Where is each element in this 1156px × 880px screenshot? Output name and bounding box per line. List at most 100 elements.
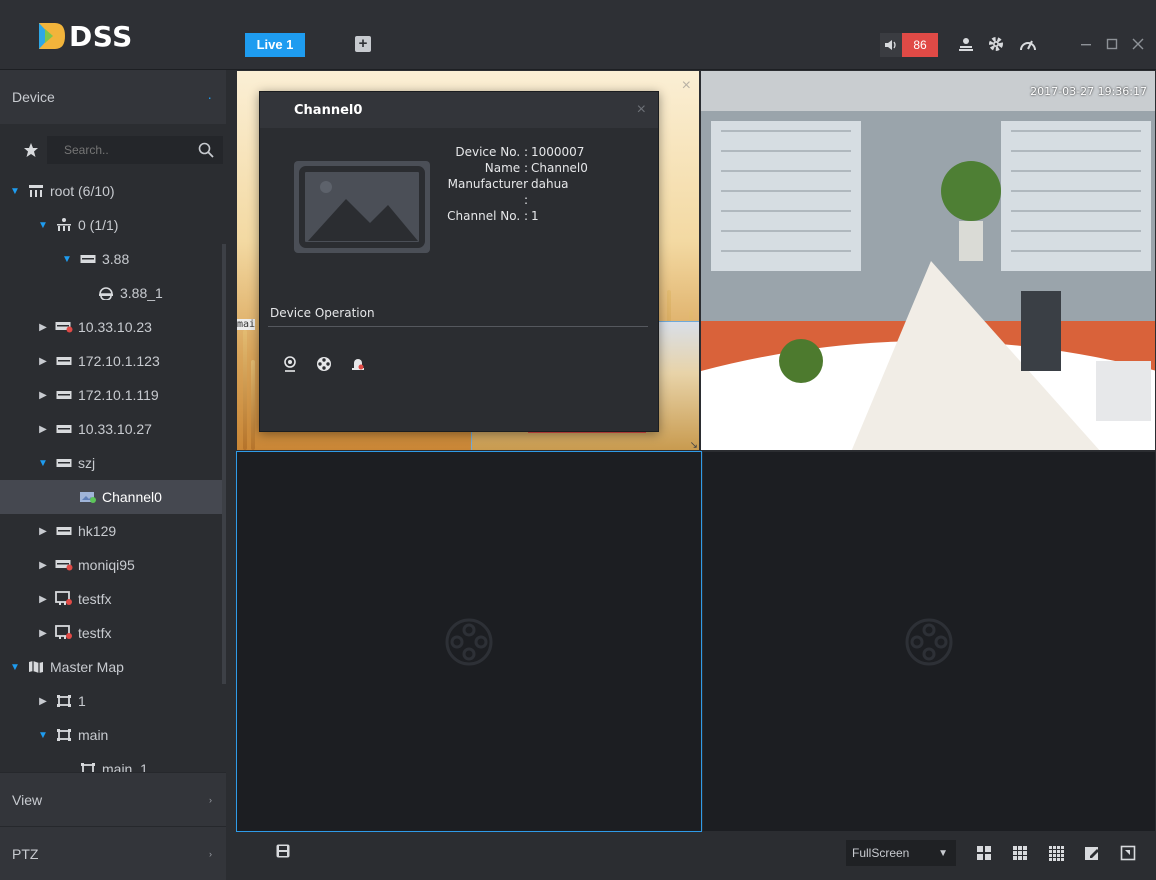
collapse-arrow-icon[interactable]: ▶ xyxy=(38,696,48,707)
tree-node-device-172-10-1-123[interactable]: ▶ 172.10.1.123 xyxy=(0,344,226,378)
name-value: Channel0 xyxy=(531,161,588,175)
tree-node-map-1[interactable]: ▶ 1 xyxy=(0,684,226,718)
tree-node-device-szj[interactable]: ▼ szj xyxy=(0,446,226,480)
nvr-device-icon xyxy=(54,353,74,369)
submap-icon xyxy=(54,727,74,743)
alarm-indicator[interactable]: 86 xyxy=(880,33,938,57)
tree-node-device-10-33-10-23[interactable]: ▶ 10.33.10.23 xyxy=(0,310,226,344)
collapse-arrow-icon[interactable]: ▶ xyxy=(38,628,48,639)
tree-node-device-testfx-2[interactable]: ▶ testfx xyxy=(0,616,226,650)
tree-node-map-main[interactable]: ▼ main xyxy=(0,718,226,752)
layout-16-icon[interactable] xyxy=(1048,845,1064,861)
organization-icon xyxy=(26,183,46,199)
tree-node-label: testfx xyxy=(78,625,112,641)
ptz-panel-header[interactable]: PTZ › xyxy=(0,826,226,880)
tree-node-device-moniqi95[interactable]: ▶ moniqi95 xyxy=(0,548,226,582)
nvr-device-icon xyxy=(54,387,74,403)
view-panel-title: View xyxy=(12,791,43,808)
expand-arrow-icon[interactable]: ▼ xyxy=(10,662,20,673)
tab-live-1[interactable]: Live 1 xyxy=(245,33,305,57)
expand-arrow-icon[interactable]: ▼ xyxy=(38,458,48,469)
popup-close-icon[interactable]: × xyxy=(637,101,646,119)
search-input[interactable] xyxy=(48,137,188,163)
tree-node-label: Master Map xyxy=(50,659,124,675)
device-no-label: Device No. : xyxy=(455,145,528,159)
top-bar: DSS Live 1 + 86 xyxy=(0,0,1156,70)
tree-node-device-10-33-10-27[interactable]: ▶ 10.33.10.27 xyxy=(0,412,226,446)
collapse-arrow-icon[interactable]: ▶ xyxy=(38,356,48,367)
tree-node-device-3-88[interactable]: ▼ 3.88 xyxy=(0,242,226,276)
expand-arrow-icon[interactable]: ▼ xyxy=(10,186,20,197)
user-icon[interactable] xyxy=(956,34,976,54)
collapse-arrow-icon[interactable]: ▶ xyxy=(38,424,48,435)
device-panel-header[interactable]: Device · xyxy=(0,70,226,124)
layout-4-icon[interactable] xyxy=(976,845,992,861)
minimize-icon[interactable] xyxy=(1076,34,1096,54)
video-window-1[interactable]: mai × ↘ Channel0 × Device No.: 1000007 … xyxy=(236,70,700,451)
fullscreen-toggle-icon[interactable] xyxy=(1120,845,1136,861)
sidebar-scrollbar[interactable] xyxy=(222,244,226,684)
nvr-device-icon xyxy=(54,421,74,437)
collapse-arrow-icon[interactable]: ▶ xyxy=(38,390,48,401)
name-label: Name : xyxy=(484,161,528,175)
custom-layout-edit-icon[interactable] xyxy=(1084,845,1100,861)
tree-node-label: Channel0 xyxy=(102,489,162,505)
playback-reel-icon[interactable] xyxy=(314,354,334,374)
empty-window-reel-icon xyxy=(445,618,493,665)
tree-node-org-0[interactable]: ▼ 0 (1/1) xyxy=(0,208,226,242)
collapse-arrow-icon[interactable]: ▶ xyxy=(38,560,48,571)
tree-node-device-hk129[interactable]: ▶ hk129 xyxy=(0,514,226,548)
tree-node-channel-3-88-1[interactable]: 3.88_1 xyxy=(0,276,226,310)
expand-arrow-icon[interactable]: ▼ xyxy=(38,730,48,741)
gear-icon[interactable] xyxy=(986,34,1006,54)
performance-gauge-icon[interactable] xyxy=(1018,34,1038,54)
collapse-indicator-icon: · xyxy=(207,89,212,105)
expand-arrow-icon[interactable]: ▼ xyxy=(38,220,48,231)
camera-channel-online-icon xyxy=(78,489,98,505)
tree-node-device-testfx[interactable]: ▶ testfx xyxy=(0,582,226,616)
nvr-device-icon xyxy=(78,251,98,267)
save-view-icon[interactable] xyxy=(276,844,290,858)
expand-indicator-icon: › xyxy=(209,794,212,805)
alarm-output-icon[interactable] xyxy=(348,354,368,374)
collapse-arrow-icon[interactable]: ▶ xyxy=(38,322,48,333)
video-window-4[interactable] xyxy=(702,451,1156,832)
collapse-arrow-icon[interactable]: ▶ xyxy=(38,526,48,537)
video-window-3[interactable] xyxy=(236,451,702,832)
tree-node-label: 10.33.10.23 xyxy=(78,319,152,335)
map-icon xyxy=(26,659,46,675)
view-panel-header[interactable]: View › xyxy=(0,772,226,826)
live-view-icon[interactable] xyxy=(280,354,300,374)
channel-no-value: 1 xyxy=(531,209,539,223)
popup-title: Channel0 xyxy=(294,102,363,118)
close-video-icon[interactable]: × xyxy=(682,77,691,95)
tree-node-root[interactable]: ▼ root (6/10) xyxy=(0,174,226,208)
maximize-icon[interactable] xyxy=(1102,34,1122,54)
tree-node-label: moniqi95 xyxy=(78,557,135,573)
expand-arrow-icon[interactable]: ▼ xyxy=(62,254,72,265)
tree-node-master-map[interactable]: ▼ Master Map xyxy=(0,650,226,684)
office-camera-video xyxy=(701,71,1155,450)
resize-handle-icon[interactable]: ↘ xyxy=(690,440,698,450)
channel-no-label: Channel No. : xyxy=(447,209,528,223)
device-no-value: 1000007 xyxy=(531,145,585,159)
sub-organization-icon xyxy=(54,217,74,233)
tree-node-label: 3.88_1 xyxy=(120,285,163,301)
close-icon[interactable] xyxy=(1128,34,1148,54)
divider xyxy=(268,326,648,327)
favorite-star-icon[interactable] xyxy=(23,142,39,158)
fullscreen-select[interactable]: FullScreen ▼ xyxy=(846,840,956,866)
offline-device-icon xyxy=(54,557,74,573)
search-icon[interactable] xyxy=(198,142,214,158)
bottom-toolbar: FullScreen ▼ xyxy=(236,832,1156,870)
offline-encoder-icon xyxy=(54,625,74,641)
layout-9-icon[interactable] xyxy=(1012,845,1028,861)
nvr-device-icon xyxy=(54,455,74,471)
video-timestamp: 2017-03-27 19:36:17 xyxy=(1030,85,1147,98)
add-tab-button[interactable]: + xyxy=(355,36,371,52)
tree-node-channel0[interactable]: Channel0 xyxy=(0,480,226,514)
collapse-arrow-icon[interactable]: ▶ xyxy=(38,594,48,605)
video-window-2[interactable]: 2017-03-27 19:36:17 xyxy=(700,70,1156,451)
tree-node-device-172-10-1-119[interactable]: ▶ 172.10.1.119 xyxy=(0,378,226,412)
channel-info: Device No. :1000007 Name : Channel0 Manuf… xyxy=(440,144,600,224)
